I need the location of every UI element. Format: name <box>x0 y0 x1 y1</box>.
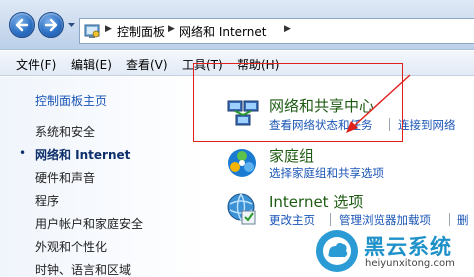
watermark-title: 黑云系统 <box>364 235 452 259</box>
watermark: 黑云系统 heiyunxitong.com <box>312 227 474 277</box>
heiyun-logo-icon <box>316 230 358 272</box>
watermark-url: heiyunxitong.com <box>365 258 455 269</box>
